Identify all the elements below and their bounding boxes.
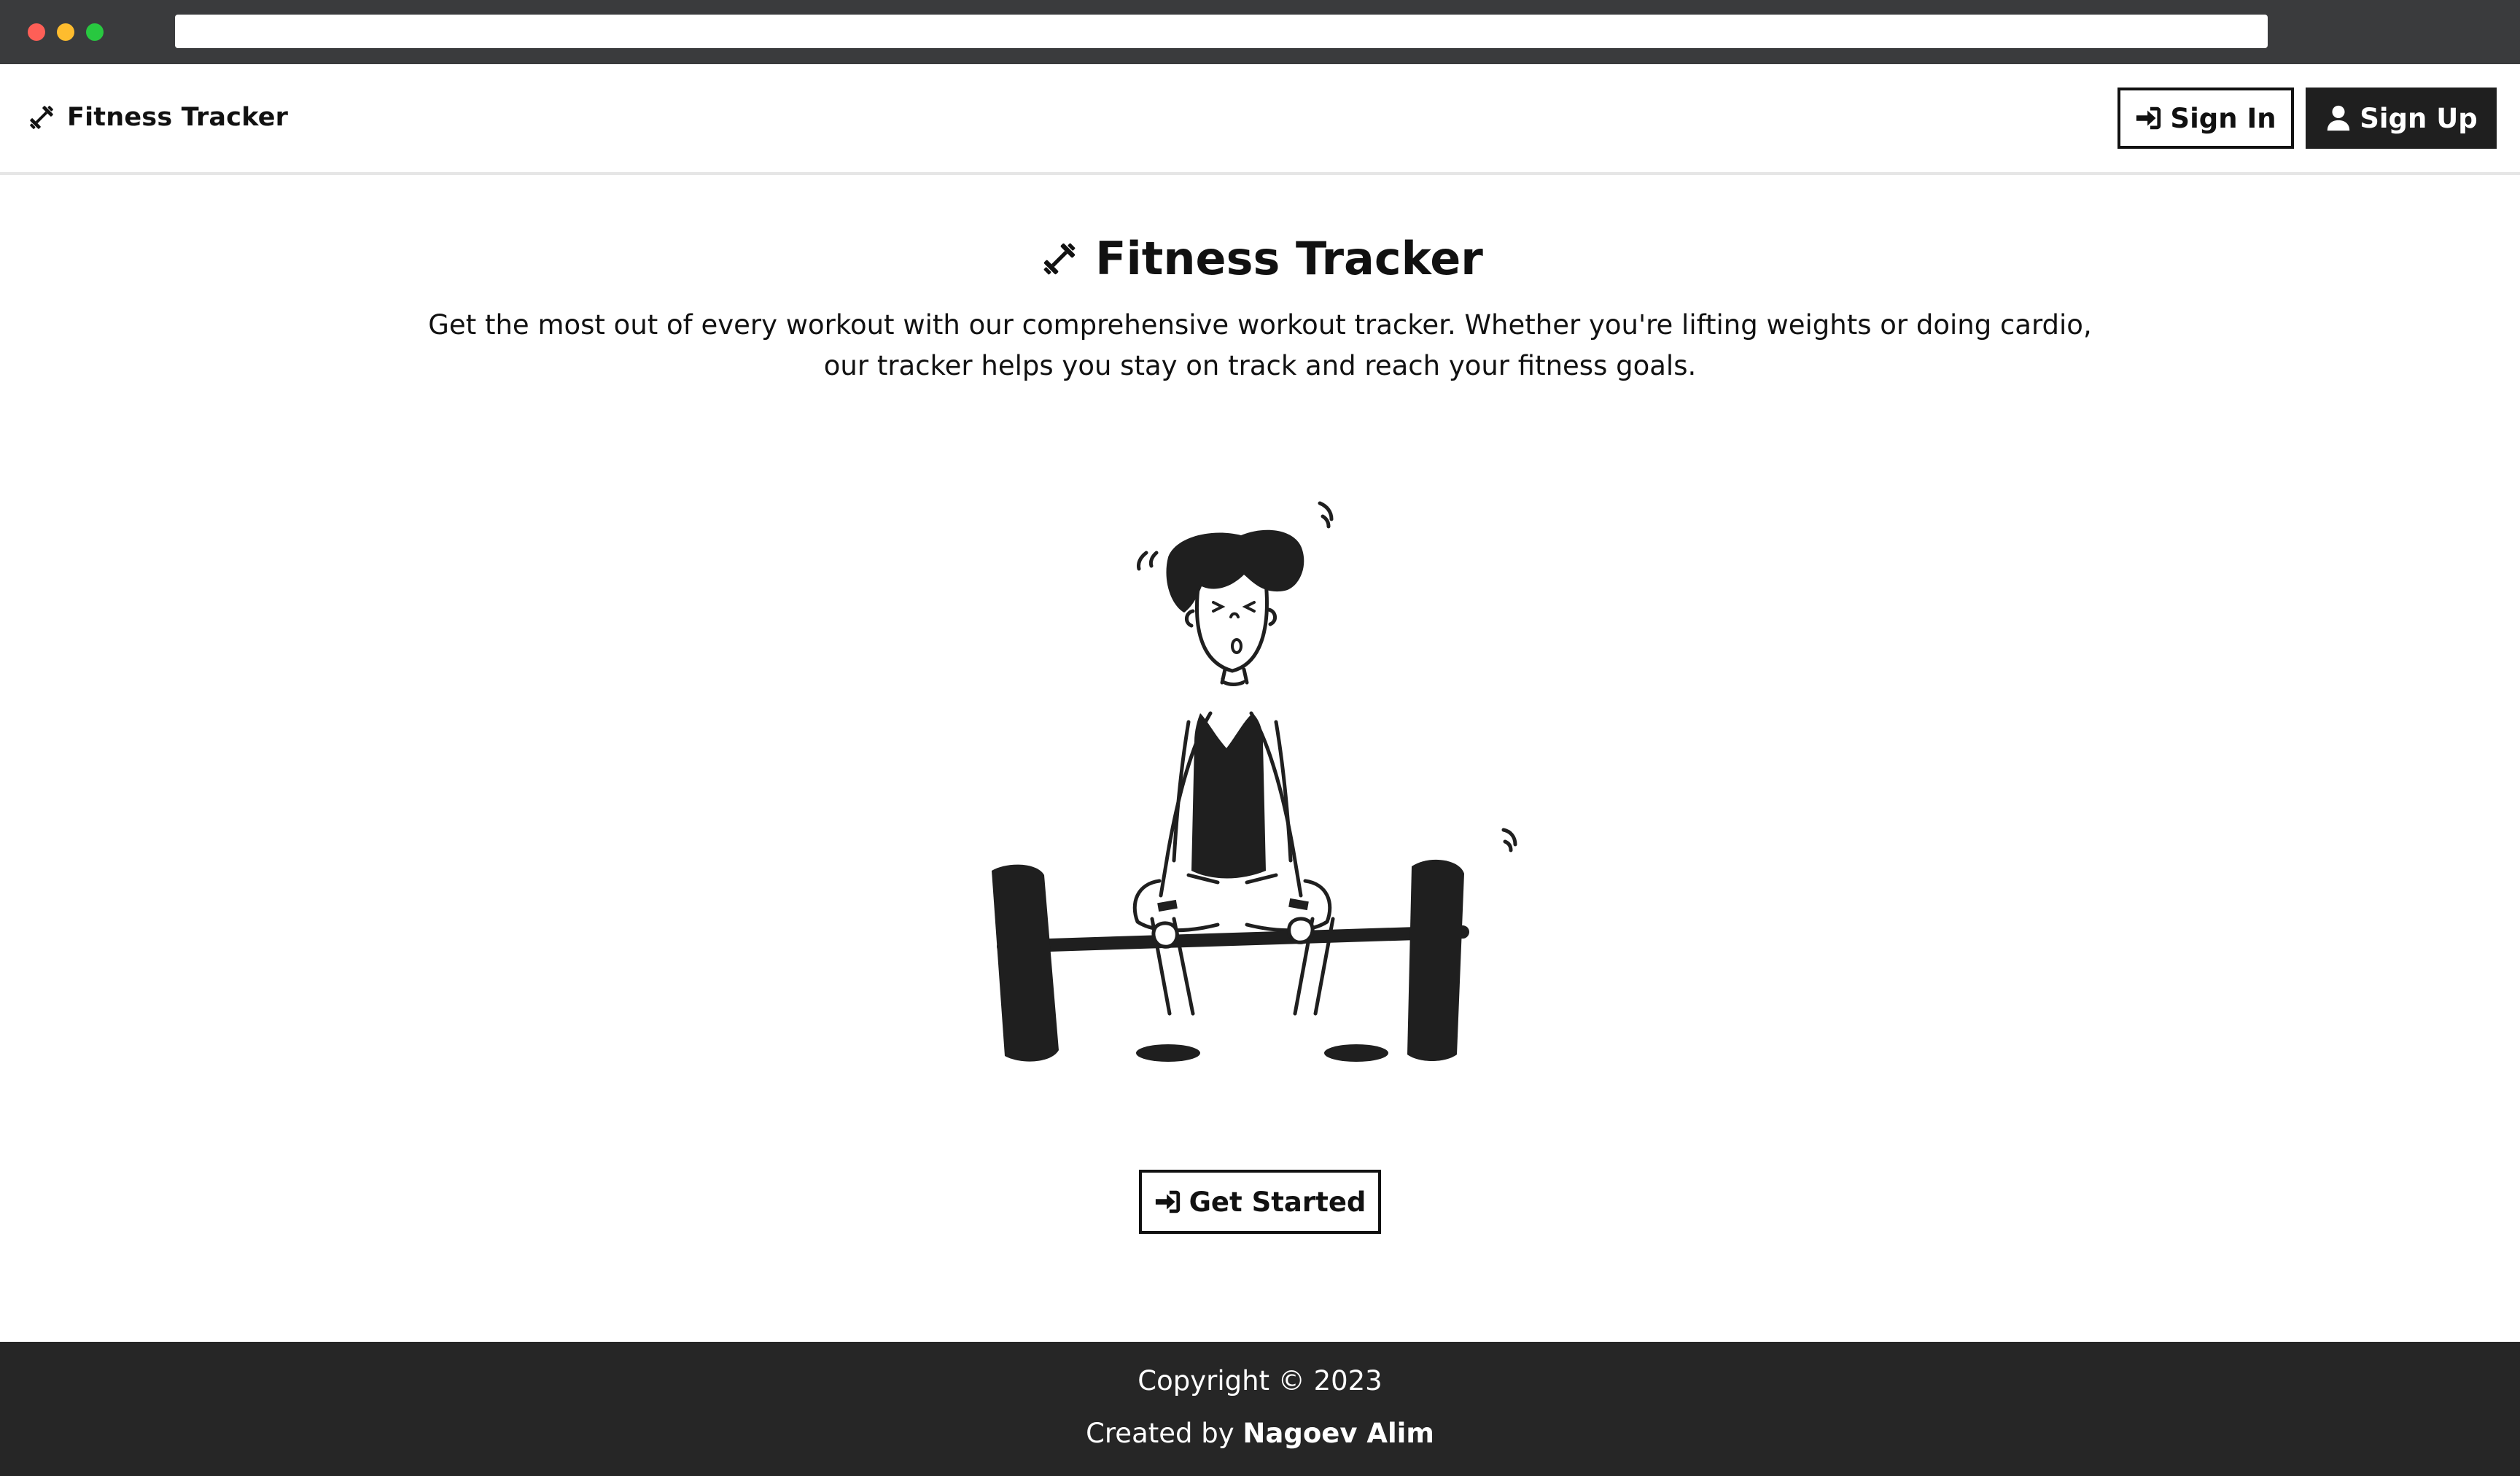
hero-description: Get the most out of every workout with o…	[428, 309, 2092, 381]
user-icon	[2325, 104, 2352, 132]
address-bar[interactable]	[175, 15, 2268, 48]
sign-in-icon	[1154, 1188, 1182, 1216]
credit-line: Created by Nagoev Alim	[0, 1418, 2520, 1449]
hero-heading: Fitness Tracker	[0, 232, 2520, 285]
sign-in-label: Sign In	[2170, 102, 2276, 134]
weightlifter-illustration	[992, 501, 1517, 1062]
copyright-text: Copyright © 2023	[1138, 1365, 1382, 1397]
brand-link[interactable]: Fitness Tracker	[25, 101, 288, 134]
sign-in-button[interactable]: Sign In	[2118, 88, 2294, 149]
footer: Copyright © 2023 Created by Nagoev Alim	[0, 1342, 2520, 1476]
brand-name: Fitness Tracker	[67, 103, 289, 132]
navbar: Fitness Tracker Sign In Sign Up	[0, 64, 2520, 175]
get-started-button[interactable]: Get Started	[1139, 1170, 1381, 1234]
minimize-window-button[interactable]	[57, 23, 74, 41]
dumbbell-icon	[25, 101, 58, 134]
sign-in-icon	[2135, 104, 2163, 132]
browser-chrome	[0, 0, 2520, 64]
page-title: Fitness Tracker	[1095, 232, 1483, 285]
close-window-button[interactable]	[28, 23, 45, 41]
maximize-window-button[interactable]	[86, 23, 104, 41]
author-name: Nagoev Alim	[1242, 1418, 1434, 1449]
credit-prefix: Created by	[1086, 1418, 1243, 1449]
sign-up-button[interactable]: Sign Up	[2306, 88, 2497, 149]
get-started-label: Get Started	[1189, 1186, 1366, 1218]
dumbbell-icon	[1037, 236, 1082, 281]
sign-up-label: Sign Up	[2360, 102, 2478, 134]
